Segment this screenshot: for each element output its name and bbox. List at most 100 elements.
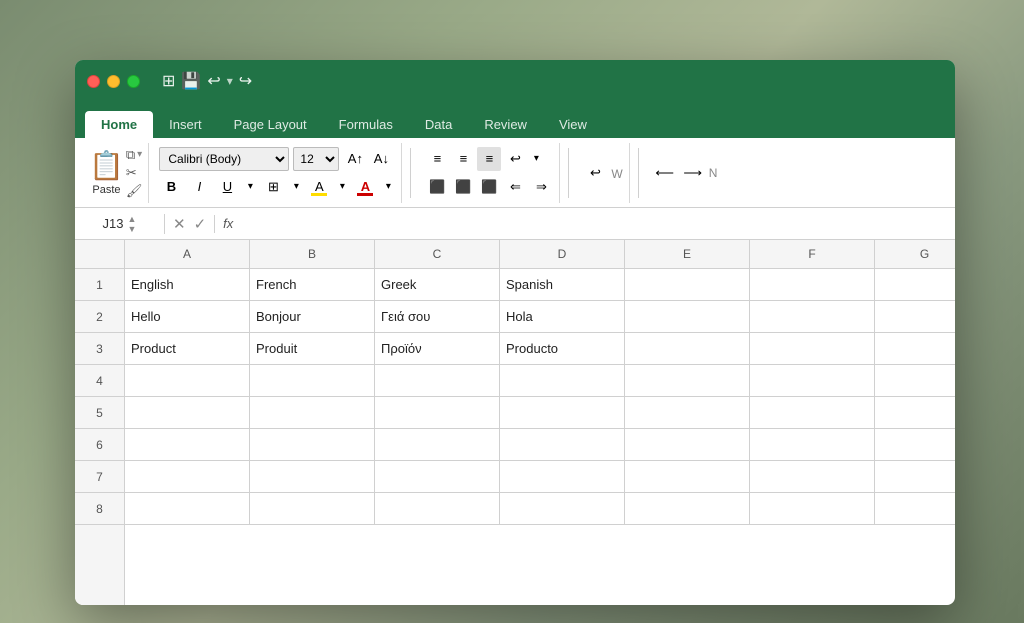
tab-view[interactable]: View [543,111,603,138]
underline-dropdown-button[interactable]: ▾ [243,175,257,199]
col-header-b[interactable]: B [250,240,375,268]
row-header-1[interactable]: 1 [75,269,124,301]
cell-e5[interactable] [625,397,750,428]
decrease-font-size-button[interactable]: A↓ [369,147,393,171]
row-header-3[interactable]: 3 [75,333,124,365]
cell-g7[interactable] [875,461,955,492]
increase-font-size-button[interactable]: A↑ [343,147,367,171]
copy-button[interactable]: ⧉ ▾ [126,147,143,163]
cell-a7[interactable] [125,461,250,492]
wrap-text-button[interactable]: ↩ [503,147,527,171]
cut-button[interactable]: ✂ [126,165,143,181]
cell-b1[interactable]: French [250,269,375,300]
align-bottom-button[interactable]: ≡ [477,147,501,171]
cell-c2[interactable]: Γειά σου [375,301,500,332]
cell-d7[interactable] [500,461,625,492]
cell-f2[interactable] [750,301,875,332]
cell-a3[interactable]: Product [125,333,250,364]
cell-a1[interactable]: English [125,269,250,300]
col-header-a[interactable]: A [125,240,250,268]
cell-b3[interactable]: Produit [250,333,375,364]
cell-g2[interactable] [875,301,955,332]
cell-c1[interactable]: Greek [375,269,500,300]
cell-f1[interactable] [750,269,875,300]
cell-b2[interactable]: Bonjour [250,301,375,332]
cell-d3[interactable]: Producto [500,333,625,364]
border-dropdown-button[interactable]: ▾ [289,175,303,199]
cell-b7[interactable] [250,461,375,492]
cell-c6[interactable] [375,429,500,460]
cell-a2[interactable]: Hello [125,301,250,332]
cell-d2[interactable]: Hola [500,301,625,332]
undo-dropdown-icon[interactable]: ▾ [227,74,233,88]
cell-e8[interactable] [625,493,750,524]
cell-f5[interactable] [750,397,875,428]
cell-a6[interactable] [125,429,250,460]
cell-g3[interactable] [875,333,955,364]
cell-g5[interactable] [875,397,955,428]
row-header-5[interactable]: 5 [75,397,124,429]
align-top-button[interactable]: ≡ [425,147,449,171]
undo-icon[interactable]: ↩ [207,71,220,91]
cell-f8[interactable] [750,493,875,524]
border-button[interactable]: ⊞ [261,175,285,199]
row-header-7[interactable]: 7 [75,461,124,493]
cell-d4[interactable] [500,365,625,396]
font-family-select[interactable]: Calibri (Body) [159,147,289,171]
tab-review[interactable]: Review [468,111,543,138]
cell-g6[interactable] [875,429,955,460]
row-header-4[interactable]: 4 [75,365,124,397]
cell-a5[interactable] [125,397,250,428]
bold-button[interactable]: B [159,175,183,199]
cell-d1[interactable]: Spanish [500,269,625,300]
fill-color-button[interactable]: A [307,175,331,199]
align-center-button[interactable]: ⬛ [451,175,475,199]
wrap-dropdown-button[interactable]: ▾ [529,147,543,171]
cell-f7[interactable] [750,461,875,492]
format-painter-button[interactable]: 🖌 [126,183,143,199]
cell-e7[interactable] [625,461,750,492]
cancel-formula-button[interactable]: ✕ [173,215,186,233]
cell-b6[interactable] [250,429,375,460]
row-header-6[interactable]: 6 [75,429,124,461]
redo-icon[interactable]: ↪ [239,71,252,91]
cell-f6[interactable] [750,429,875,460]
cell-b5[interactable] [250,397,375,428]
cell-g1[interactable] [875,269,955,300]
cell-f3[interactable] [750,333,875,364]
cell-a8[interactable] [125,493,250,524]
cell-c5[interactable] [375,397,500,428]
cell-e2[interactable] [625,301,750,332]
row-header-2[interactable]: 2 [75,301,124,333]
font-color-dropdown-button[interactable]: ▾ [381,175,395,199]
col-header-c[interactable]: C [375,240,500,268]
cell-c7[interactable] [375,461,500,492]
cell-e4[interactable] [625,365,750,396]
cell-d5[interactable] [500,397,625,428]
cell-d8[interactable] [500,493,625,524]
italic-button[interactable]: I [187,175,211,199]
tab-page-layout[interactable]: Page Layout [218,111,323,138]
align-middle-button[interactable]: ≡ [451,147,475,171]
cell-c8[interactable] [375,493,500,524]
expand-left-button[interactable]: ⟵ [653,161,677,185]
paste-icon[interactable]: 📋 [89,149,124,182]
cell-f4[interactable] [750,365,875,396]
cell-c3[interactable]: Προϊόν [375,333,500,364]
font-color-button[interactable]: A [353,175,377,199]
undo-toolbar-button[interactable]: ↩ [583,161,607,185]
font-size-select[interactable]: 12 [293,147,339,171]
tab-formulas[interactable]: Formulas [323,111,409,138]
tab-data[interactable]: Data [409,111,468,138]
close-button[interactable] [87,75,100,88]
cell-ref-stepper[interactable]: ▲ ▼ [128,214,137,234]
align-right-button[interactable]: ⬛ [477,175,501,199]
save-icon[interactable]: 💾 [181,71,201,91]
cell-b8[interactable] [250,493,375,524]
col-header-e[interactable]: E [625,240,750,268]
tab-insert[interactable]: Insert [153,111,218,138]
fill-dropdown-button[interactable]: ▾ [335,175,349,199]
cell-d6[interactable] [500,429,625,460]
cell-e3[interactable] [625,333,750,364]
col-header-d[interactable]: D [500,240,625,268]
